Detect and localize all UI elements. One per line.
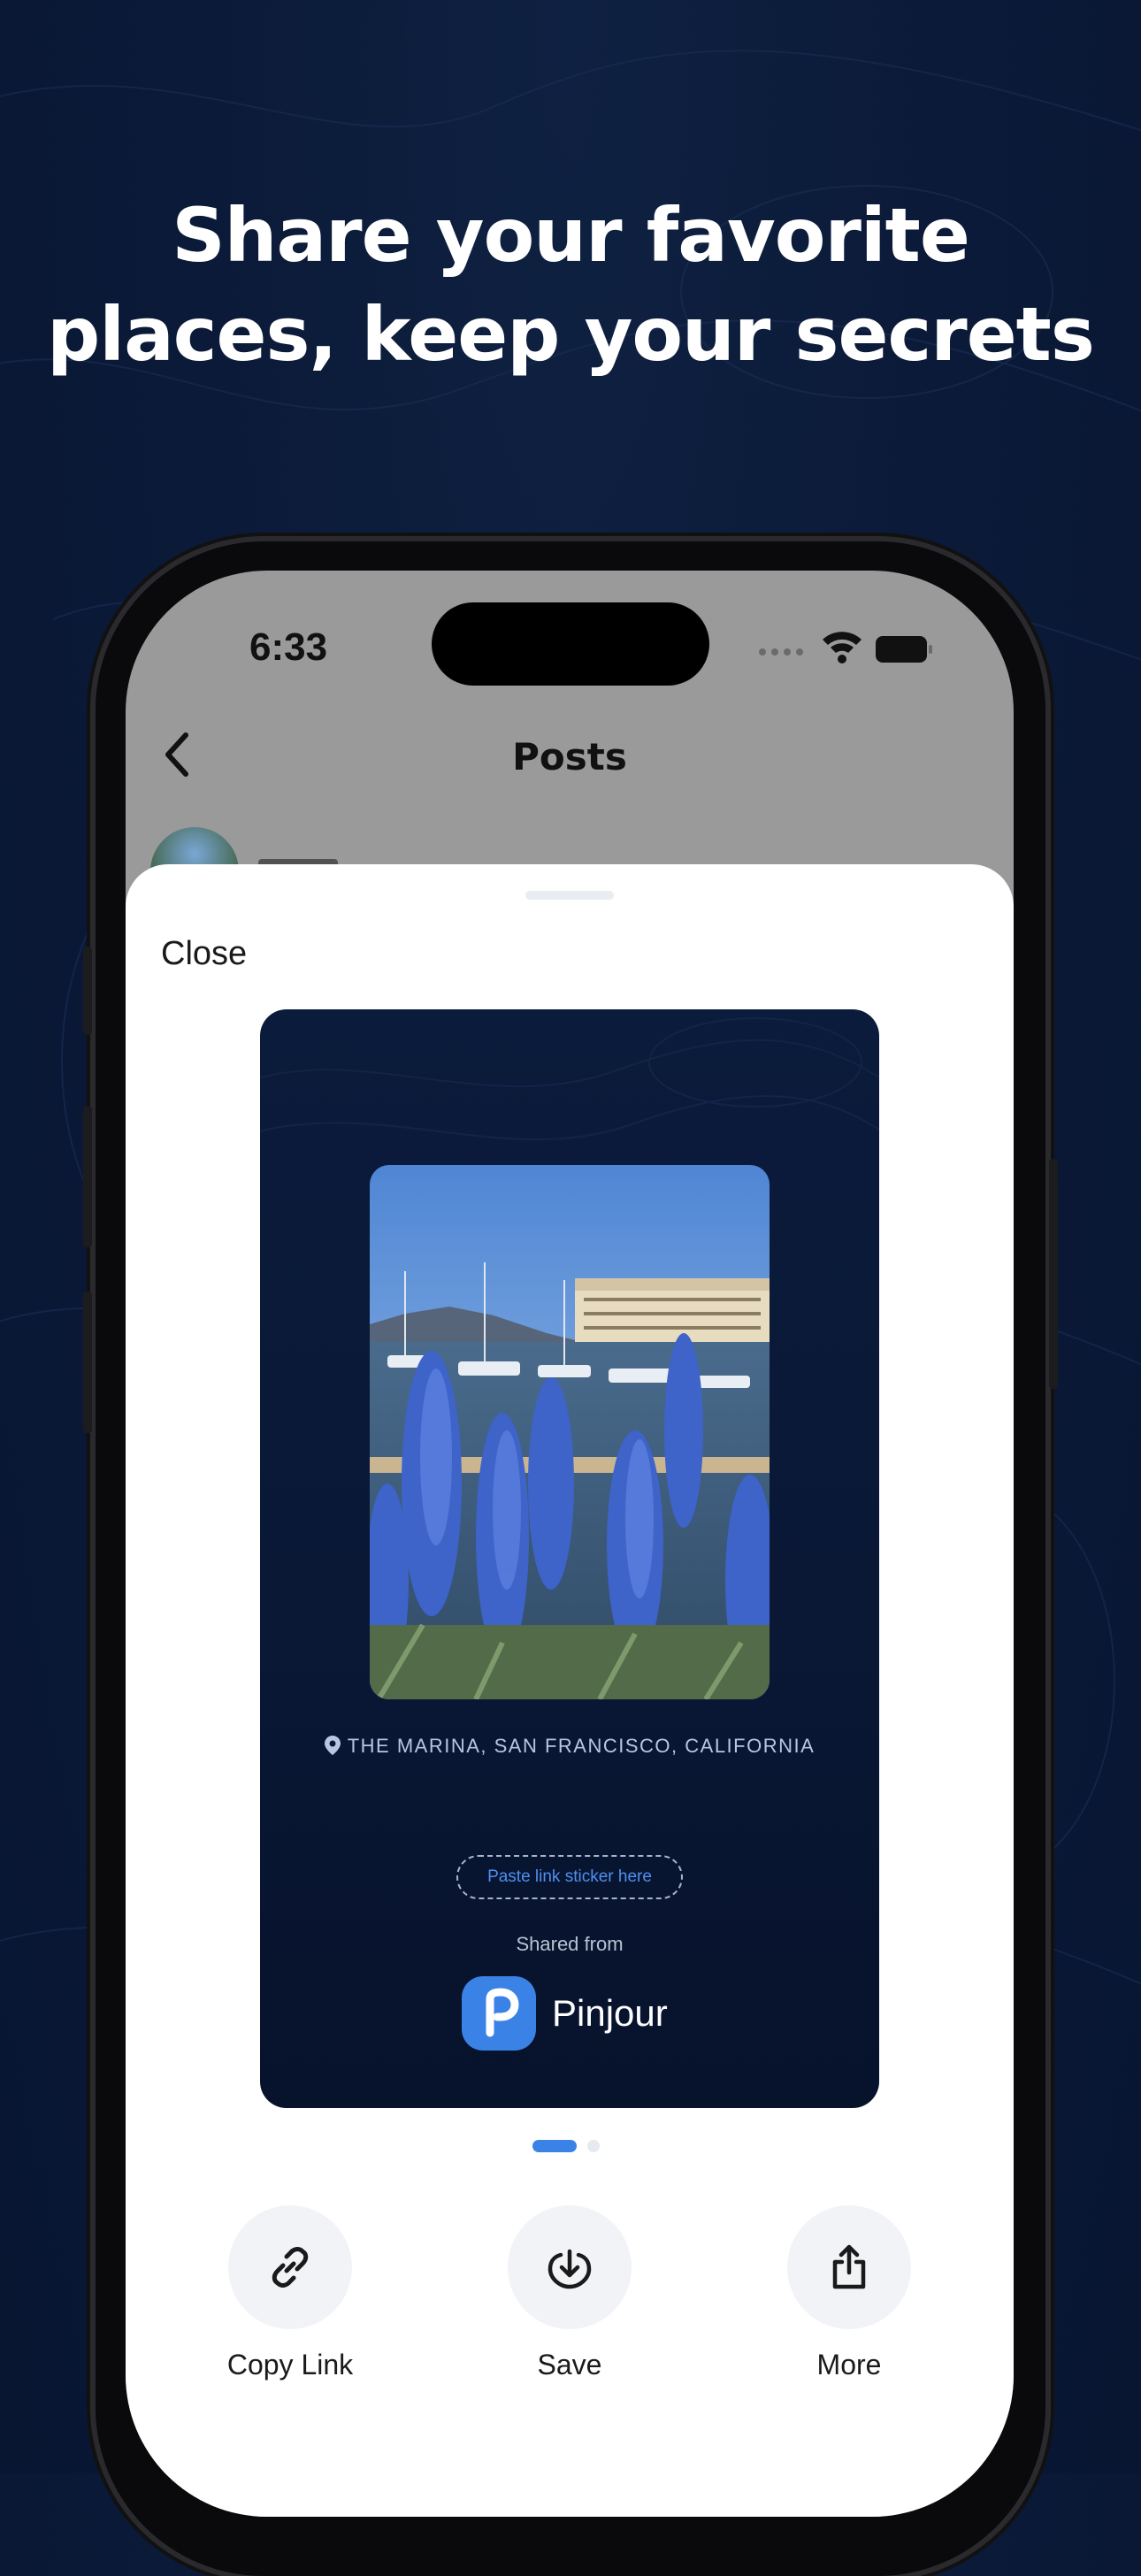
cellular-signal-icon bbox=[759, 648, 803, 656]
link-icon bbox=[272, 2247, 309, 2288]
phone-side-button bbox=[83, 1106, 92, 1247]
more-button[interactable]: More bbox=[752, 2205, 946, 2381]
share-actions: Copy Link Save More bbox=[126, 2205, 1014, 2382]
location-label: THE MARINA, SAN FRANCISCO, CALIFORNIA bbox=[260, 1735, 879, 1758]
brand-name: Pinjour bbox=[552, 1992, 668, 2034]
more-label: More bbox=[816, 2349, 882, 2380]
status-time: 6:33 bbox=[249, 625, 328, 669]
page-dot[interactable] bbox=[587, 2140, 600, 2152]
save-label: Save bbox=[537, 2349, 602, 2380]
phone-side-button bbox=[1049, 1159, 1058, 1389]
location-text: THE MARINA, SAN FRANCISCO, CALIFORNIA bbox=[347, 1735, 816, 1757]
shared-from-label: Shared from bbox=[516, 1933, 624, 1955]
copy-link-button[interactable]: Copy Link bbox=[193, 2205, 387, 2381]
wifi-icon bbox=[823, 632, 861, 663]
post-photo bbox=[370, 1165, 770, 1699]
download-icon bbox=[548, 2249, 592, 2289]
share-card-preview: THE MARINA, SAN FRANCISCO, CALIFORNIA Pa… bbox=[260, 1009, 879, 2108]
save-button[interactable]: Save bbox=[472, 2205, 667, 2381]
pinjour-logo-icon bbox=[462, 1976, 536, 2051]
marketing-headline: Share your favorite places, keep your se… bbox=[0, 186, 1141, 384]
status-icons bbox=[759, 632, 932, 663]
marina-photo bbox=[370, 1165, 770, 1699]
battery-icon bbox=[876, 636, 932, 663]
share-sheet: Close THE MARINA, SAN FRANCISCO, CALIFOR… bbox=[126, 864, 1014, 2517]
phone-side-button bbox=[83, 947, 92, 1035]
save-circle[interactable] bbox=[508, 2205, 632, 2329]
copy-link-label: Copy Link bbox=[226, 2349, 354, 2380]
brand-lockup: Pinjour bbox=[462, 1975, 668, 2051]
headline-line-1: Share your favorite bbox=[172, 192, 970, 279]
page-dot-active[interactable] bbox=[532, 2140, 577, 2152]
dynamic-island bbox=[432, 602, 709, 686]
nav-title: Posts bbox=[512, 735, 627, 778]
headline-line-2: places, keep your secrets bbox=[47, 291, 1095, 378]
more-circle[interactable] bbox=[787, 2205, 911, 2329]
copy-link-circle[interactable] bbox=[228, 2205, 352, 2329]
location-pin-icon bbox=[324, 1736, 341, 1755]
close-button[interactable]: Close bbox=[161, 935, 247, 973]
share-icon bbox=[832, 2244, 866, 2289]
link-sticker-placeholder: Paste link sticker here bbox=[456, 1855, 683, 1899]
phone-side-button bbox=[83, 1292, 92, 1433]
sheet-grabber[interactable] bbox=[525, 891, 614, 900]
phone-screen: 6:33 Posts Close THE MARINA, SAN FRANCIS… bbox=[126, 571, 1014, 2517]
